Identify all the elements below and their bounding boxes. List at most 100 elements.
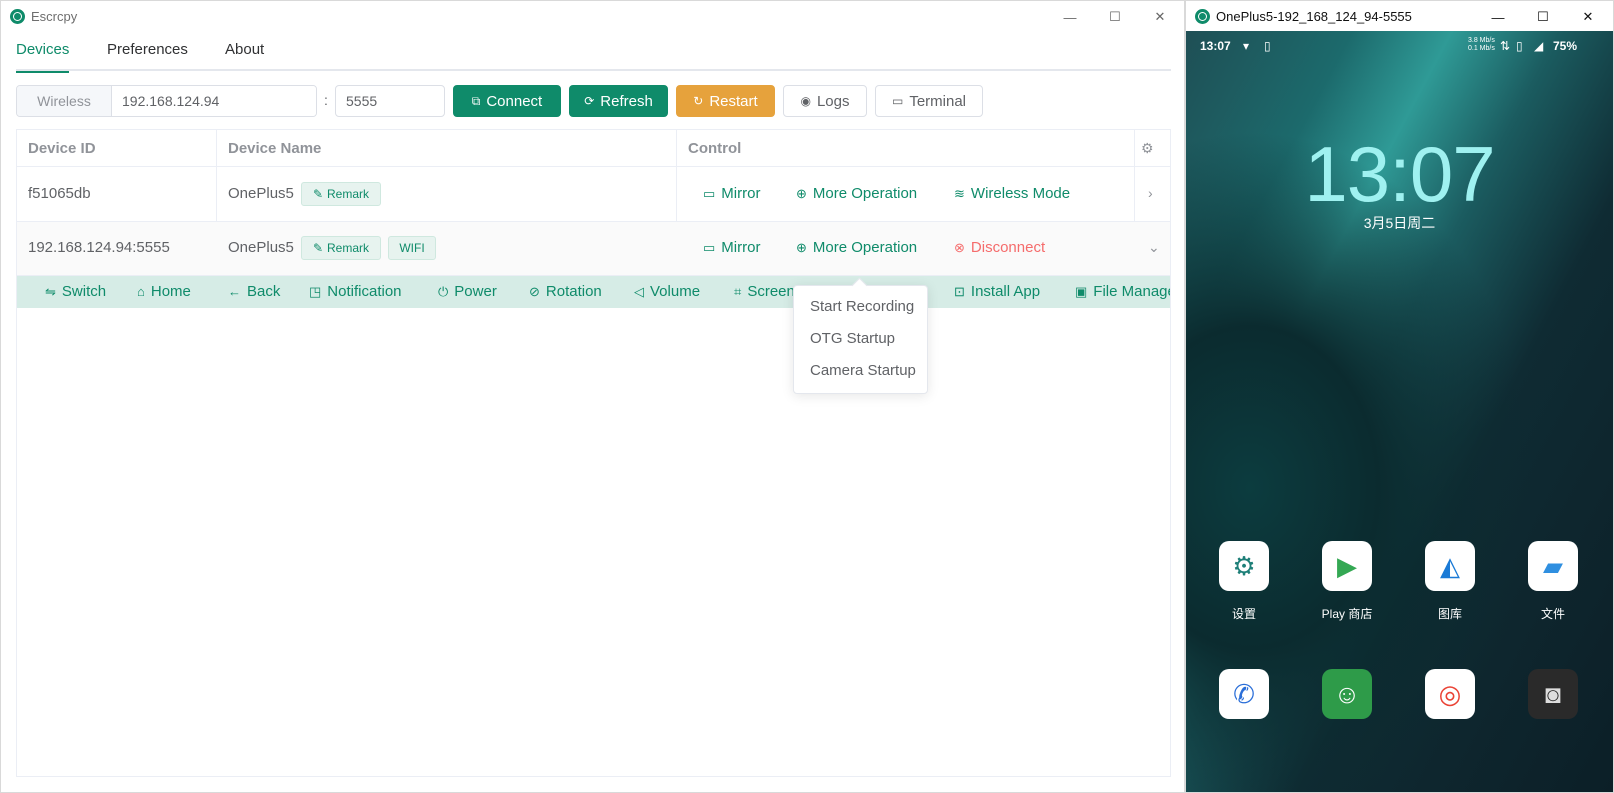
mirror-button[interactable]: ▭ Mirror — [703, 185, 760, 202]
chrome-icon: ◎ — [1425, 669, 1475, 719]
close-button[interactable]: ✕ — [1138, 5, 1182, 29]
link-icon: ⧉ — [471, 93, 481, 108]
file-manager-button[interactable]: ▣File Manager — [1075, 283, 1170, 300]
messages-icon: ☺ — [1322, 669, 1372, 719]
main-tabs: Devices Preferences About — [16, 37, 1171, 73]
battery-saver-icon: ▯ — [1264, 39, 1271, 53]
app-chrome[interactable]: ◎ — [1400, 669, 1500, 719]
back-button[interactable]: ← Back — [228, 283, 280, 300]
rotation-button[interactable]: ⊘ Rotation — [529, 283, 602, 300]
files-icon: ▰ — [1528, 541, 1578, 591]
chevron-down-icon[interactable]: ⌄ — [1148, 239, 1160, 256]
eye-icon: ◉ — [800, 94, 811, 108]
folder-icon: ▣ — [1075, 283, 1088, 299]
connect-button[interactable]: ⧉ Connect — [453, 85, 561, 117]
app-title: Escrcpy — [31, 9, 78, 24]
app-messages[interactable]: ☺ — [1297, 669, 1397, 719]
app-gallery[interactable]: ◭ 图库 — [1400, 541, 1500, 622]
switch-button[interactable]: ⇋ Switch — [45, 283, 106, 300]
wifi-icon: ≋ — [954, 185, 965, 201]
lock-clock: 13:07 — [1304, 130, 1495, 218]
port-separator: : — [324, 92, 328, 108]
tab-devices[interactable]: Devices — [16, 41, 70, 73]
more-operation-button[interactable]: ⊕ More Operation — [796, 185, 917, 202]
rotation-icon: ⊘ — [529, 283, 540, 299]
table-settings-icon[interactable]: ⚙ — [1141, 140, 1154, 157]
wireless-label: Wireless — [17, 86, 112, 116]
logs-button[interactable]: ◉ Logs — [783, 85, 867, 117]
device-name: OnePlus5 — [228, 185, 294, 202]
network-speed: 3.8 Mb/s 0.1 Mb/s — [1468, 37, 1495, 52]
lock-date: 3月5日周二 — [1363, 215, 1436, 231]
refresh-button[interactable]: ⟳ Refresh — [569, 85, 668, 117]
wifi-status-icon: ▾ — [1243, 39, 1250, 53]
disconnect-button[interactable]: ⊗ Disconnect — [954, 239, 1045, 256]
edit-icon: ✎ — [312, 241, 324, 255]
settings-icon: ⚙ — [1219, 541, 1269, 591]
mirror-maximize-button[interactable]: ☐ — [1521, 5, 1565, 29]
app-phone[interactable]: ✆ — [1194, 669, 1294, 719]
restart-button[interactable]: ↻ Restart — [676, 85, 775, 117]
home-icon: ⌂ — [137, 284, 145, 299]
device-id: f51065db — [28, 185, 91, 202]
phone-screen[interactable]: 13:07 ▾ ▯ 3.8 Mb/s 0.1 Mb/s ⇅ ▯ ◢ 75% 13… — [1186, 31, 1613, 792]
app-camera[interactable]: ◙ — [1503, 669, 1603, 719]
terminal-button[interactable]: ▭ Terminal — [875, 85, 983, 117]
battery-level: 75% — [1553, 39, 1578, 53]
notification-button[interactable]: ◳ Notification — [309, 283, 402, 300]
plus-circle-icon: ⊕ — [796, 239, 807, 255]
more-operation-button[interactable]: ⊕ More Operation — [796, 239, 917, 256]
tab-preferences[interactable]: Preferences — [107, 41, 188, 73]
plus-circle-icon: ⊕ — [796, 185, 807, 201]
header-device-name: Device Name — [228, 140, 322, 157]
arrow-left-icon: ← — [228, 284, 241, 299]
ip-address-input[interactable] — [112, 86, 316, 116]
tab-about[interactable]: About — [225, 41, 264, 73]
mirror-window: OnePlus5-192_168_124_94-5555 — ☐ ✕ 13:07… — [1185, 0, 1614, 793]
otg-startup-item[interactable]: OTG Startup — [810, 330, 895, 347]
install-app-button[interactable]: ⊡ Install App — [954, 283, 1040, 300]
power-icon: ⏻ — [438, 283, 449, 299]
start-recording-item[interactable]: Start Recording — [810, 298, 914, 315]
device-control-bar: ⇋ Switch ⌂ Home ← Back ◳ Notification ⏻ Power… — [17, 276, 1170, 308]
notification-icon: ◳ — [309, 283, 322, 299]
camera-icon: ◙ — [1528, 669, 1578, 719]
minimize-button[interactable]: — — [1048, 5, 1092, 29]
monitor-icon: ▭ — [703, 185, 716, 201]
remark-tag[interactable]: ✎ Remark — [301, 182, 381, 206]
mirror-minimize-button[interactable]: — — [1476, 5, 1520, 29]
port-input[interactable] — [335, 85, 445, 117]
camera-startup-item[interactable]: Camera Startup — [810, 362, 916, 379]
more-operation-dropdown: Start Recording OTG Startup Camera Start… — [793, 285, 928, 394]
install-icon: ⊡ — [954, 283, 965, 299]
restart-icon: ↻ — [693, 94, 704, 108]
data-arrows-icon: ⇅ — [1500, 39, 1511, 53]
wifi-tag: WIFI — [388, 236, 436, 260]
header-device-id: Device ID — [28, 140, 96, 157]
titlebar: Escrcpy — ☐ ✕ — [1, 1, 1184, 33]
table-header: Device ID Device Name Control ⚙ — [17, 130, 1170, 167]
device-name: OnePlus5 — [228, 239, 294, 256]
app-files[interactable]: ▰ 文件 — [1503, 541, 1603, 622]
status-time: 13:07 — [1200, 39, 1231, 53]
volume-button[interactable]: ◁ Volume — [634, 283, 700, 300]
mirror-close-button[interactable]: ✕ — [1566, 5, 1610, 29]
device-table: Device ID Device Name Control ⚙ f51065db… — [16, 129, 1171, 777]
mirror-button[interactable]: ▭ Mirror — [703, 239, 760, 256]
maximize-button[interactable]: ☐ — [1093, 5, 1137, 29]
wireless-mode-button[interactable]: ≋ Wireless Mode — [954, 185, 1070, 202]
home-button[interactable]: ⌂ Home — [137, 283, 191, 300]
power-button[interactable]: ⏻ Power — [438, 283, 497, 300]
app-settings[interactable]: ⚙ 设置 — [1194, 541, 1294, 622]
table-row: f51065db OnePlus5 ✎ Remark ▭ Mirror ⊕ More … — [17, 167, 1170, 222]
play-store-icon: ▶ — [1322, 541, 1372, 591]
crop-icon: ⌗ — [734, 283, 742, 299]
signal-icon: ◢ — [1534, 39, 1544, 53]
escrcpy-logo-icon — [10, 9, 25, 24]
remark-tag[interactable]: ✎ Remark — [301, 236, 381, 260]
app-play-store[interactable]: ▶ Play 商店 — [1297, 541, 1397, 622]
device-id: 192.168.124.94:5555 — [28, 239, 170, 256]
chevron-right-icon[interactable]: › — [1148, 185, 1153, 201]
gallery-icon: ◭ — [1425, 541, 1475, 591]
vibrate-icon: ▯ — [1516, 39, 1523, 53]
